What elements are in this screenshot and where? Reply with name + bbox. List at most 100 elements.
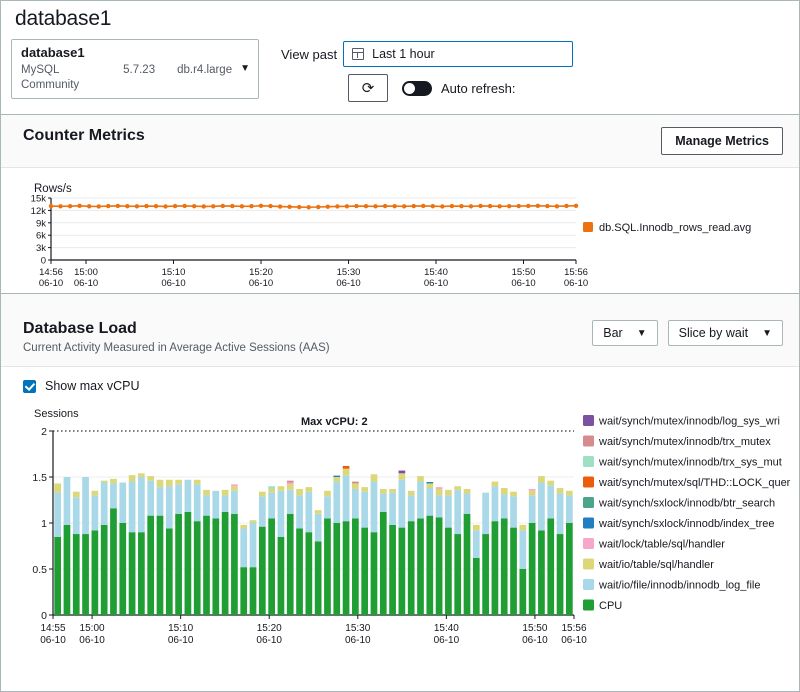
svg-text:wait/synch/sxlock/innodb/btr_s: wait/synch/sxlock/innodb/btr_search <box>598 498 775 510</box>
svg-text:db.SQL.Innodb_rows_read.avg: db.SQL.Innodb_rows_read.avg <box>599 222 751 234</box>
svg-text:14:55: 14:55 <box>40 623 65 634</box>
svg-text:wait/io/file/innodb/innodb_log: wait/io/file/innodb/innodb_log_file <box>598 580 760 592</box>
view-past-row: View past Last 1 hour <box>281 41 573 67</box>
svg-text:15:20: 15:20 <box>249 267 273 278</box>
svg-text:15:50: 15:50 <box>512 267 536 278</box>
database-load-chart[interactable]: Sessions00.511.52Max vCPU: 214:5506-1015… <box>1 407 800 657</box>
svg-text:06-10: 06-10 <box>74 278 98 289</box>
svg-text:wait/synch/mutex/innodb/trx_sy: wait/synch/mutex/innodb/trx_sys_mut <box>598 457 782 469</box>
svg-text:12k: 12k <box>31 206 47 217</box>
svg-text:06-10: 06-10 <box>168 635 194 646</box>
chart-type-value: Bar <box>603 326 622 340</box>
svg-text:15:40: 15:40 <box>434 623 459 634</box>
svg-text:06-10: 06-10 <box>424 278 448 289</box>
svg-text:1: 1 <box>41 518 47 530</box>
svg-text:CPU: CPU <box>599 600 622 612</box>
svg-text:15:10: 15:10 <box>168 623 193 634</box>
svg-text:2: 2 <box>41 426 47 438</box>
time-range-value: Last 1 hour <box>372 47 435 61</box>
svg-text:15:56: 15:56 <box>561 623 586 634</box>
svg-text:06-10: 06-10 <box>249 278 273 289</box>
auto-refresh-label: Auto refresh: <box>441 81 515 96</box>
view-past-label: View past <box>281 47 337 62</box>
svg-text:06-10: 06-10 <box>522 635 548 646</box>
svg-text:15:56: 15:56 <box>564 267 588 278</box>
svg-text:06-10: 06-10 <box>511 278 535 289</box>
svg-text:15:40: 15:40 <box>424 267 448 278</box>
database-engine: MySQL Community <box>21 63 101 92</box>
show-max-vcpu-row: Show max vCPU <box>1 367 799 397</box>
chevron-down-icon: ▼ <box>637 328 647 339</box>
svg-text:0: 0 <box>41 256 46 267</box>
calendar-icon <box>352 48 364 60</box>
svg-text:06-10: 06-10 <box>345 635 371 646</box>
slice-by-dropdown[interactable]: Slice by wait ▼ <box>668 320 783 346</box>
svg-text:6k: 6k <box>36 231 46 242</box>
database-load-title: Database Load <box>23 320 330 338</box>
svg-text:Sessions: Sessions <box>34 408 79 420</box>
svg-text:15:50: 15:50 <box>522 623 547 634</box>
auto-refresh-toggle[interactable] <box>402 81 432 96</box>
svg-text:06-10: 06-10 <box>79 635 105 646</box>
database-meta: MySQL Community 5.7.23 db.r4.large <box>21 63 232 92</box>
svg-text:3k: 3k <box>36 243 46 254</box>
svg-text:15:20: 15:20 <box>257 623 282 634</box>
counter-metrics-header: Counter Metrics Manage Metrics <box>1 115 799 168</box>
svg-text:wait/synch/mutex/innodb/trx_mu: wait/synch/mutex/innodb/trx_mutex <box>598 436 771 448</box>
svg-text:wait/lock/table/sql/handler: wait/lock/table/sql/handler <box>598 539 725 551</box>
header-controls: database1 MySQL Community 5.7.23 db.r4.l… <box>1 33 799 102</box>
chart-type-dropdown[interactable]: Bar ▼ <box>592 320 657 346</box>
database-selector[interactable]: database1 MySQL Community 5.7.23 db.r4.l… <box>11 39 259 99</box>
database-load-chart-area: Sessions00.511.52Max vCPU: 214:5506-1015… <box>1 397 799 657</box>
manage-metrics-button[interactable]: Manage Metrics <box>661 127 783 155</box>
svg-text:06-10: 06-10 <box>336 278 360 289</box>
spacer <box>1 294 799 308</box>
svg-text:0: 0 <box>41 610 47 622</box>
svg-text:14:56: 14:56 <box>39 267 63 278</box>
svg-text:06-10: 06-10 <box>564 278 588 289</box>
database-load-header: Database Load Current Activity Measured … <box>1 308 799 367</box>
refresh-row: ⟳ Auto refresh: <box>348 74 573 102</box>
svg-text:15:00: 15:00 <box>74 267 98 278</box>
svg-text:9k: 9k <box>36 218 46 229</box>
counter-metrics-chart-area: Rows/s03k6k9k12k15k14:5606-1015:0006-101… <box>1 168 799 293</box>
chevron-down-icon: ▼ <box>240 63 250 74</box>
svg-text:06-10: 06-10 <box>161 278 185 289</box>
database-version: 5.7.23 <box>123 63 155 92</box>
database-instance-class: db.r4.large <box>177 63 232 92</box>
slice-by-value: Slice by wait <box>679 326 748 340</box>
svg-text:06-10: 06-10 <box>561 635 587 646</box>
counter-metrics-title: Counter Metrics <box>23 127 145 145</box>
show-max-vcpu-checkbox[interactable] <box>23 380 36 393</box>
database-selector-text: database1 MySQL Community 5.7.23 db.r4.l… <box>21 45 232 92</box>
database-load-dropdowns: Bar ▼ Slice by wait ▼ <box>592 320 783 346</box>
database-load-subtitle: Current Activity Measured in Average Act… <box>23 342 330 354</box>
counter-metrics-chart[interactable]: Rows/s03k6k9k12k15k14:5606-1015:0006-101… <box>1 178 800 293</box>
time-range-selector[interactable]: Last 1 hour <box>343 41 573 67</box>
svg-text:06-10: 06-10 <box>39 278 63 289</box>
refresh-icon: ⟳ <box>362 81 375 96</box>
svg-text:15k: 15k <box>31 194 47 205</box>
svg-text:06-10: 06-10 <box>40 635 66 646</box>
svg-text:Max vCPU: 2: Max vCPU: 2 <box>301 416 368 428</box>
svg-text:wait/synch/mutex/innodb/log_sy: wait/synch/mutex/innodb/log_sys_wri <box>598 416 780 428</box>
svg-text:15:30: 15:30 <box>345 623 370 634</box>
svg-text:15:30: 15:30 <box>337 267 361 278</box>
svg-text:06-10: 06-10 <box>256 635 282 646</box>
svg-text:15:10: 15:10 <box>162 267 186 278</box>
svg-text:06-10: 06-10 <box>434 635 460 646</box>
view-controls: View past Last 1 hour ⟳ Auto refresh: <box>281 39 573 102</box>
svg-text:0.5: 0.5 <box>32 564 47 576</box>
svg-text:wait/io/table/sql/handler: wait/io/table/sql/handler <box>598 559 714 571</box>
svg-text:15:00: 15:00 <box>80 623 105 634</box>
chevron-down-icon: ▼ <box>762 328 772 339</box>
pi-dashboard-page: database1 database1 MySQL Community 5.7.… <box>0 0 800 692</box>
database-load-heading-group: Database Load Current Activity Measured … <box>23 320 330 354</box>
svg-text:1.5: 1.5 <box>32 472 47 484</box>
refresh-button[interactable]: ⟳ <box>348 74 388 102</box>
svg-text:wait/synch/sxlock/innodb/index: wait/synch/sxlock/innodb/index_tree <box>598 518 774 530</box>
show-max-vcpu-label: Show max vCPU <box>45 379 139 393</box>
database-name: database1 <box>21 45 232 61</box>
page-title: database1 <box>1 1 799 33</box>
svg-text:wait/synch/mutex/sql/THD::LOCK: wait/synch/mutex/sql/THD::LOCK_quer <box>598 477 791 489</box>
